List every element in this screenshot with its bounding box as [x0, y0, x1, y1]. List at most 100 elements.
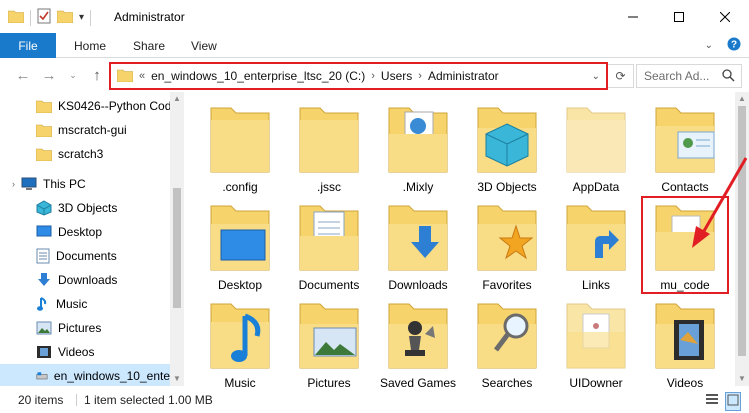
item-config[interactable]: .config: [196, 98, 284, 196]
downloads-icon: [38, 273, 50, 286]
large-icons-view-icon[interactable]: [725, 392, 741, 411]
item-desktop[interactable]: Desktop: [196, 196, 284, 294]
item-jssc[interactable]: .jssc: [285, 98, 373, 196]
item-label: .config: [222, 180, 258, 194]
scroll-down-icon[interactable]: ▼: [738, 374, 746, 383]
nav-item-mscratch-gui[interactable]: mscratch-gui: [36, 118, 127, 142]
tab-home[interactable]: Home: [74, 39, 106, 53]
item-label: Documents: [298, 278, 360, 292]
item-searches[interactable]: Searches: [463, 294, 551, 392]
back-button[interactable]: ←: [14, 66, 32, 84]
expand-arrow-icon[interactable]: ›: [12, 179, 15, 189]
content-scrollbar[interactable]: ▲ ▼: [735, 92, 749, 386]
up-button[interactable]: ↑: [88, 66, 106, 84]
breadcrumb-separator-icon[interactable]: ›: [418, 70, 422, 82]
tab-file[interactable]: File: [0, 33, 56, 58]
new-folder-icon[interactable]: [56, 9, 74, 26]
documents-icon: [36, 248, 50, 264]
item-uidowner[interactable]: UIDowner: [552, 294, 640, 392]
3d-objects-icon: [477, 107, 537, 173]
nav-item-desktop[interactable]: Desktop: [36, 220, 102, 244]
item-label: Links: [581, 278, 610, 292]
nav-item-music[interactable]: Music: [36, 292, 87, 316]
nav-item-label: Desktop: [58, 225, 103, 239]
forward-button[interactable]: →: [40, 66, 58, 84]
item-videos[interactable]: Videos: [641, 294, 729, 392]
folder-icon[interactable]: [7, 9, 25, 26]
item-pictures[interactable]: Pictures: [285, 294, 373, 392]
search-placeholder: Search Ad...: [644, 69, 710, 83]
customize-toolbar-icon[interactable]: ▾: [79, 12, 84, 23]
nav-item-scratch3[interactable]: scratch3: [36, 142, 103, 166]
refresh-button[interactable]: ⟳: [608, 64, 634, 88]
nav-item-label: Documents: [56, 249, 117, 263]
item-favorites[interactable]: Favorites: [463, 196, 551, 294]
breadcrumb-administrator[interactable]: Administrator: [428, 69, 499, 83]
svg-text:?: ?: [731, 40, 737, 51]
arrow-right-icon: →: [41, 66, 57, 84]
help-icon[interactable]: ?: [727, 37, 741, 54]
selection-info: 1 item selected 1.00 MB: [84, 392, 213, 407]
item-saved-games[interactable]: Saved Games: [374, 294, 462, 392]
maximize-button[interactable]: [656, 0, 702, 33]
navigation-scrollbar[interactable]: ▲ ▼: [170, 92, 184, 386]
close-button[interactable]: [702, 0, 748, 33]
nav-item-label: Videos: [58, 345, 95, 359]
navigation-pane: KS0426--Python Cod mscratch-gui scratch3…: [0, 92, 184, 386]
item-3d-objects[interactable]: 3D Objects: [463, 98, 551, 196]
overflow-chevron[interactable]: «: [139, 70, 145, 82]
scroll-up-icon[interactable]: ▲: [738, 94, 746, 103]
item-links[interactable]: Links: [552, 196, 640, 294]
item-label: Favorites: [482, 278, 532, 292]
breadcrumb-users[interactable]: Users: [381, 69, 412, 83]
pictures-icon: [36, 321, 52, 335]
recent-locations-button[interactable]: ⌄: [64, 66, 82, 84]
computer-icon: [21, 177, 37, 190]
nav-item-label: 3D Objects: [58, 201, 118, 215]
scrollbar-thumb[interactable]: [738, 106, 746, 356]
nav-item-pictures[interactable]: Pictures: [36, 316, 101, 340]
item-music[interactable]: Music: [196, 294, 284, 392]
expand-ribbon-icon[interactable]: ⌄: [705, 40, 713, 51]
folder-with-document-icon: [655, 205, 715, 271]
scrollbar-thumb[interactable]: [173, 188, 181, 308]
title-bar: ▾ Administrator: [0, 0, 749, 33]
nav-item-ks0426[interactable]: KS0426--Python Cod: [36, 94, 171, 118]
nav-item-label: This PC: [43, 177, 86, 191]
scroll-up-icon[interactable]: ▲: [173, 94, 181, 103]
nav-item-label: Downloads: [58, 273, 118, 287]
tab-view[interactable]: View: [191, 39, 217, 53]
details-view-icon[interactable]: [705, 392, 719, 411]
tab-share[interactable]: Share: [133, 39, 165, 53]
item-documents[interactable]: Documents: [285, 196, 373, 294]
nav-item-this-pc[interactable]: › This PC: [12, 172, 86, 196]
breadcrumb-separator-icon[interactable]: ›: [371, 70, 375, 82]
quick-access-toolbar: ▾: [7, 8, 92, 27]
ribbon-controls: ⌄ ?: [705, 37, 741, 54]
item-mu-code[interactable]: mu_code: [641, 196, 729, 294]
item-contacts[interactable]: Contacts: [641, 98, 729, 196]
properties-icon[interactable]: [37, 8, 51, 27]
item-label: 3D Objects: [477, 180, 537, 194]
item-appdata[interactable]: AppData: [552, 98, 640, 196]
breadcrumb-drive[interactable]: en_windows_10_enterprise_ltsc_20 (C:): [151, 69, 365, 83]
nav-item-c-drive[interactable]: en_windows_10_ente: [0, 364, 170, 386]
minimize-button[interactable]: [610, 0, 656, 33]
view-toggle-group: [705, 392, 741, 411]
folder-icon: [210, 107, 270, 173]
search-input[interactable]: Search Ad...: [636, 64, 742, 88]
address-bar[interactable]: « en_windows_10_enterprise_ltsc_20 (C:) …: [109, 62, 608, 90]
documents-icon: [299, 205, 359, 271]
nav-item-downloads[interactable]: Downloads: [36, 268, 117, 292]
downloads-icon: [388, 205, 448, 271]
item-label: Desktop: [217, 278, 263, 292]
nav-item-3d-objects[interactable]: 3D Objects: [36, 196, 117, 220]
nav-item-videos[interactable]: Videos: [36, 340, 94, 364]
item-downloads[interactable]: Downloads: [374, 196, 462, 294]
file-list: .config .jssc .Mixly 3D Objects AppData …: [196, 92, 736, 390]
address-dropdown-icon[interactable]: ⌄: [592, 71, 600, 82]
item-mixly[interactable]: .Mixly: [374, 98, 462, 196]
folder-icon: [566, 107, 626, 173]
nav-item-documents[interactable]: Documents: [36, 244, 117, 268]
scroll-down-icon[interactable]: ▼: [173, 374, 181, 383]
